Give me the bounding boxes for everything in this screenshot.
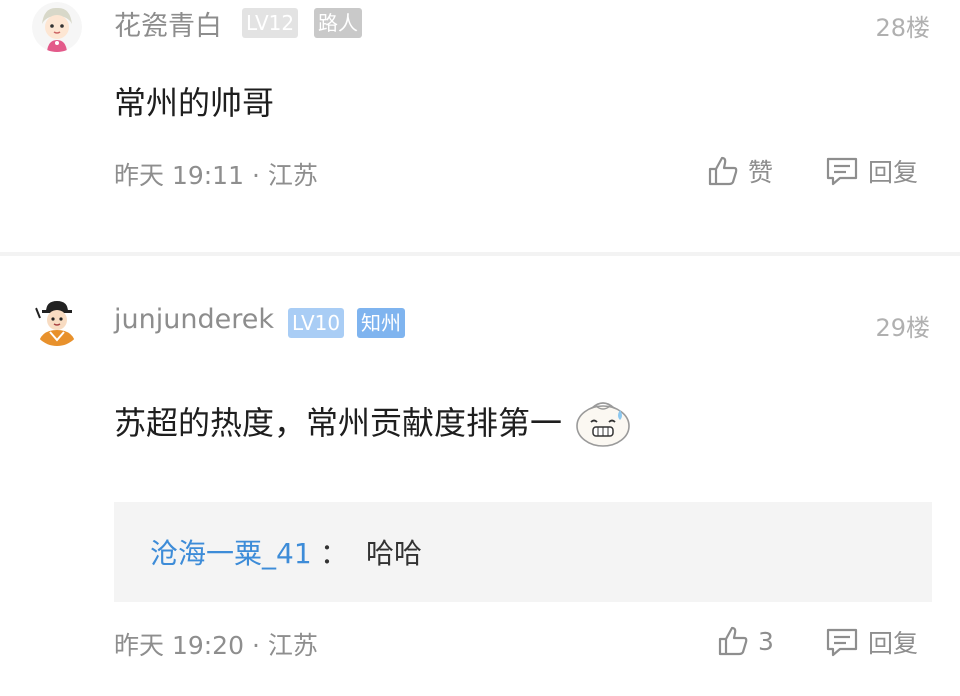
- divider: [0, 252, 960, 256]
- reply-label: 回复: [868, 629, 919, 658]
- avatar-cartoon-scholar-icon: [32, 296, 82, 346]
- comment-text: 苏超的热度，常州贡献度排第一: [114, 396, 632, 448]
- like-label: 赞: [748, 158, 774, 187]
- reply-username[interactable]: 沧海一粟_41: [150, 532, 312, 572]
- like-count: 3: [758, 626, 774, 656]
- reply-preview[interactable]: 沧海一粟_41 ： 哈哈: [114, 502, 932, 602]
- level-badge: LV10: [288, 308, 345, 338]
- user-avatar[interactable]: [32, 2, 82, 52]
- thumbs-up-icon: [708, 156, 738, 186]
- comment-text-body: 苏超的热度，常州贡献度排第一: [114, 404, 563, 442]
- comment-bubble-icon: [826, 628, 858, 657]
- comment-bubble-icon: [826, 157, 858, 186]
- comment-text: 常州的帅哥: [114, 84, 275, 122]
- smiling-bun-emoji-icon: [576, 402, 630, 447]
- username[interactable]: junjunderek: [114, 304, 274, 335]
- reply-label: 回复: [868, 158, 919, 187]
- comment-item: 花瓷青白 LV12 路人 28楼 常州的帅哥 昨天 19:11 · 江苏 赞 回…: [0, 0, 960, 254]
- like-button[interactable]: 赞: [706, 153, 773, 189]
- like-button[interactable]: 3: [716, 624, 774, 658]
- floor-number: 28楼: [875, 14, 930, 42]
- level-badge: LV12: [242, 8, 299, 38]
- comment-meta: 昨天 19:20 · 江苏: [114, 631, 318, 660]
- user-avatar[interactable]: [32, 296, 82, 346]
- reply-button[interactable]: 回复: [824, 153, 918, 189]
- title-badge: 知州: [357, 308, 405, 338]
- title-badge: 路人: [314, 8, 362, 38]
- avatar-cartoon-girl-icon: [32, 2, 82, 52]
- thumbs-up-icon: [718, 626, 748, 656]
- comment-item: junjunderek LV10 知州 29楼 苏超的热度，常州贡献度排第一 沧…: [0, 258, 960, 696]
- reply-colon: ：: [320, 537, 349, 570]
- reply-button[interactable]: 回复: [824, 624, 918, 660]
- comment-meta: 昨天 19:11 · 江苏: [114, 161, 318, 190]
- reply-text: 哈哈: [366, 537, 423, 570]
- username[interactable]: 花瓷青白: [114, 4, 222, 43]
- floor-number: 29楼: [875, 314, 930, 342]
